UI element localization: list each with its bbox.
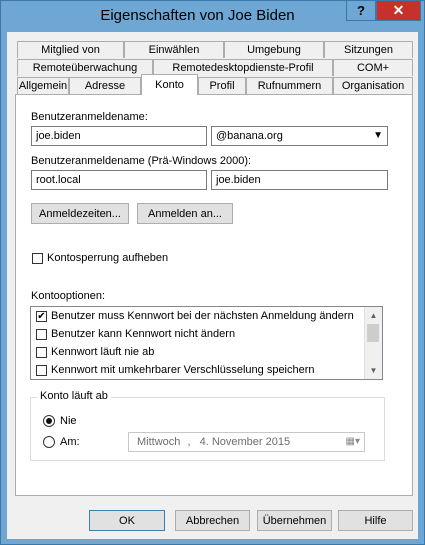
calendar-icon: ▦▾ xyxy=(345,436,360,447)
tab-konto[interactable]: Konto xyxy=(141,74,198,95)
logon-to-button[interactable]: Anmelden an... xyxy=(137,203,233,224)
tab-profil[interactable]: Profil xyxy=(198,77,246,94)
date-separator: , xyxy=(187,436,191,448)
option-label: Kennwort läuft nie ab xyxy=(51,346,155,358)
account-options-label: Kontooptionen: xyxy=(31,290,106,302)
on-date-label: Am: xyxy=(60,436,80,448)
option-label: Benutzer muss Kennwort bei der nächsten … xyxy=(51,310,354,322)
option-label: Benutzer kann Kennwort nicht ändern xyxy=(51,328,236,340)
pre2000-domain-field: root.local xyxy=(31,170,207,190)
pre2000-user-input[interactable]: joe.biden xyxy=(211,170,388,190)
tab-rufnummern[interactable]: Rufnummern xyxy=(246,77,333,94)
ok-button[interactable]: OK xyxy=(89,510,165,531)
on-date-radio[interactable] xyxy=(43,436,55,448)
tab-umgebung[interactable]: Umgebung xyxy=(224,41,324,58)
scroll-thumb[interactable] xyxy=(367,324,379,342)
cancel-button[interactable]: Abbrechen xyxy=(175,510,250,531)
list-item[interactable]: ✔ Benutzer muss Kennwort bei der nächste… xyxy=(31,308,365,326)
option-checkbox[interactable] xyxy=(36,347,47,358)
tab-einwaehlen[interactable]: Einwählen xyxy=(124,41,224,58)
expiry-date-picker: Mittwoch , 4. November 2015 ▦▾ xyxy=(128,432,365,452)
option-checkbox[interactable] xyxy=(36,329,47,340)
list-item[interactable]: Kennwort läuft nie ab xyxy=(31,344,365,362)
dialog-client: Mitglied von Einwählen Umgebung Sitzunge… xyxy=(7,32,418,539)
tab-allgemein[interactable]: Allgemein xyxy=(17,77,69,94)
account-tab-panel: Benutzeranmeldename: joe.biden @banana.o… xyxy=(15,94,413,496)
properties-window: Eigenschaften von Joe Biden ? ✕ Mitglied… xyxy=(0,0,425,545)
unlock-label: Kontosperrung aufheben xyxy=(47,252,169,264)
option-checkbox[interactable] xyxy=(36,365,47,376)
tab-organisation[interactable]: Organisation xyxy=(333,77,413,94)
options-scrollbar[interactable]: ▲ ▼ xyxy=(364,307,382,379)
logon-name-label: Benutzeranmeldename: xyxy=(31,111,148,123)
apply-button[interactable]: Übernehmen xyxy=(257,510,332,531)
radio-selected-dot xyxy=(46,418,52,424)
list-item[interactable]: Benutzer kann Kennwort nicht ändern xyxy=(31,326,365,344)
domain-select[interactable]: @banana.org ▼ xyxy=(211,126,388,146)
help-button[interactable]: Hilfe xyxy=(338,510,413,531)
date-weekday: Mittwoch xyxy=(137,436,181,448)
close-button[interactable]: ✕ xyxy=(376,1,421,21)
account-expires-label: Konto läuft ab xyxy=(37,390,111,402)
scroll-down-icon[interactable]: ▼ xyxy=(365,362,382,379)
chevron-down-icon: ▼ xyxy=(373,130,383,141)
account-options-list[interactable]: ✔ Benutzer muss Kennwort bei der nächste… xyxy=(30,306,383,380)
option-checkbox[interactable]: ✔ xyxy=(36,311,47,322)
date-value: 4. November 2015 xyxy=(199,436,291,448)
tab-mitglied-von[interactable]: Mitglied von xyxy=(17,41,124,58)
tab-sitzungen[interactable]: Sitzungen xyxy=(324,41,413,58)
help-title-button[interactable]: ? xyxy=(346,1,376,21)
tab-com-plus[interactable]: COM+ xyxy=(333,59,413,76)
domain-value: @banana.org xyxy=(216,130,283,142)
tab-adresse[interactable]: Adresse xyxy=(69,77,141,94)
window-title: Eigenschaften von Joe Biden xyxy=(100,7,295,24)
list-item[interactable]: Kennwort mit umkehrbarer Verschlüsselung… xyxy=(31,362,365,380)
logon-name-input[interactable]: joe.biden xyxy=(31,126,207,146)
title-bar[interactable]: Eigenschaften von Joe Biden ? ✕ xyxy=(1,1,424,33)
unlock-checkbox[interactable] xyxy=(32,253,43,264)
tab-remoteueberwachung[interactable]: Remoteüberwachung xyxy=(17,59,153,76)
scroll-up-icon[interactable]: ▲ xyxy=(365,307,382,324)
option-label: Kennwort mit umkehrbarer Verschlüsselung… xyxy=(51,364,315,376)
never-radio[interactable] xyxy=(43,415,55,427)
pre2000-label: Benutzeranmeldename (Prä-Windows 2000): xyxy=(31,155,252,167)
never-label: Nie xyxy=(60,415,77,427)
logon-hours-button[interactable]: Anmeldezeiten... xyxy=(31,203,129,224)
